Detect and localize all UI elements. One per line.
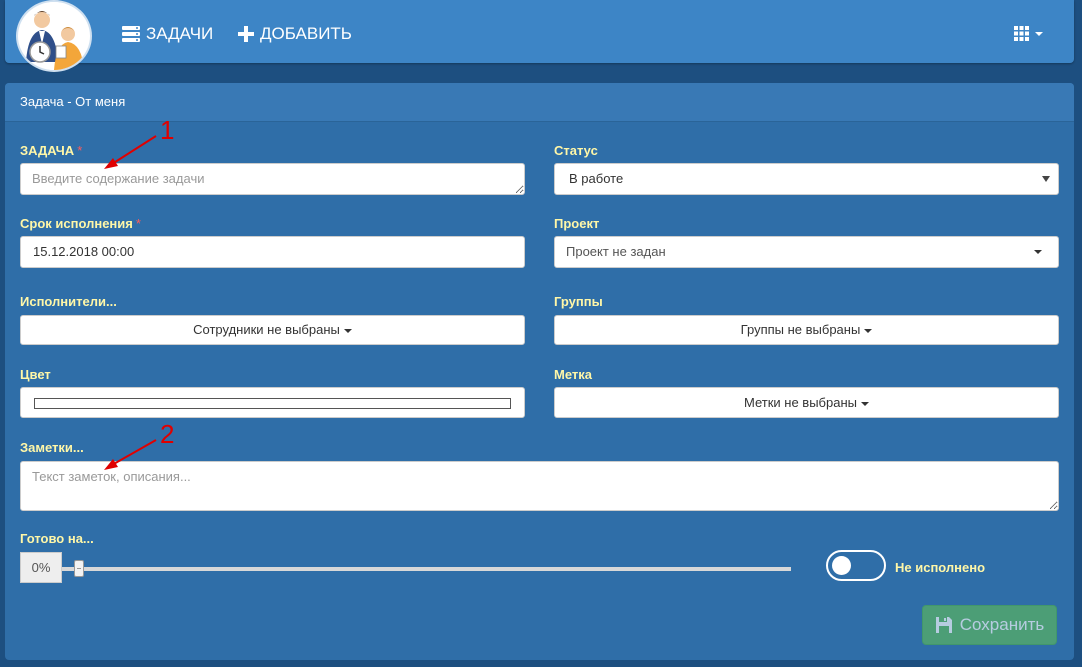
annotation-arrow-1 — [104, 135, 157, 169]
annotation-arrow-2 — [104, 439, 157, 470]
annotation-arrows — [104, 135, 157, 470]
